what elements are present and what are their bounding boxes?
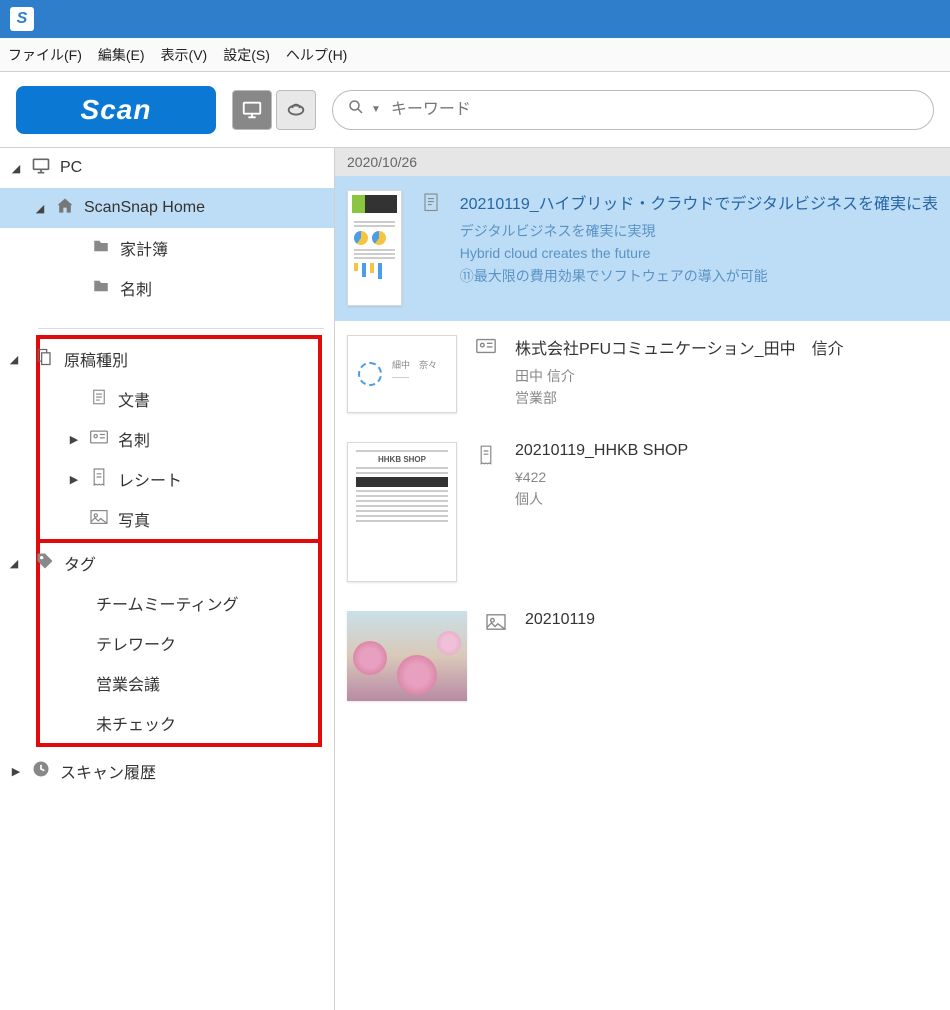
folder-icon bbox=[90, 277, 112, 300]
collapse-icon[interactable]: ◢ bbox=[34, 202, 46, 215]
file-list: 2020/10/26 20210119_ハイブリッド・クラウドでデジタルビジネス… bbox=[335, 148, 950, 1010]
view-cloud-button[interactable] bbox=[276, 90, 316, 130]
tree-type-photo[interactable]: 写真 bbox=[40, 499, 318, 539]
cloud-sync-icon bbox=[285, 99, 307, 121]
search-icon bbox=[347, 98, 365, 121]
tree-folder-meishi[interactable]: 名刺 bbox=[0, 268, 334, 308]
item-title: 株式会社PFUコミュニケーション_田中 信介 bbox=[515, 335, 938, 359]
menu-edit[interactable]: 編集(E) bbox=[98, 45, 145, 65]
tree-tag-sales[interactable]: 営業会議 bbox=[40, 663, 318, 703]
tree-tag-telework[interactable]: テレワーク bbox=[40, 623, 318, 663]
tree-tag[interactable]: ◢ タグ bbox=[10, 543, 318, 583]
tree-folder-kakeibo[interactable]: 家計簿 bbox=[0, 228, 334, 268]
menu-settings[interactable]: 設定(S) bbox=[223, 45, 270, 65]
scan-button[interactable]: Scan bbox=[16, 86, 216, 134]
tree-type-document[interactable]: 文書 bbox=[40, 379, 318, 419]
tree-doc-type[interactable]: ◢ 原稿種別 bbox=[10, 339, 318, 379]
thumbnail: 細中 奈々──── bbox=[347, 335, 457, 413]
item-subtitle: デジタルビジネスを確実に実現 Hybrid cloud creates the … bbox=[460, 220, 938, 287]
item-subtitle: ¥422 個人 bbox=[515, 466, 938, 511]
tree-label: 名刺 bbox=[118, 427, 150, 451]
expand-icon[interactable]: ▶ bbox=[68, 473, 80, 486]
tree-label: 原稿種別 bbox=[64, 347, 128, 371]
tree-label: スキャン履歴 bbox=[60, 759, 156, 783]
receipt-icon bbox=[88, 467, 110, 492]
tree-scansnap-home[interactable]: ◢ ScanSnap Home bbox=[0, 188, 334, 228]
collapse-icon[interactable]: ◢ bbox=[8, 557, 20, 570]
tree-tag-unchecked[interactable]: 未チェック bbox=[40, 703, 318, 743]
item-title: 20210119_ハイブリッド・クラウドでデジタルビジネスを確実に表 bbox=[460, 190, 938, 214]
tree-label: ScanSnap Home bbox=[84, 199, 205, 217]
tree-label: レシート bbox=[118, 467, 182, 491]
receipt-icon bbox=[475, 444, 497, 466]
item-title: 20210119 bbox=[525, 611, 938, 629]
thumbnail bbox=[347, 611, 467, 701]
collapse-icon[interactable]: ◢ bbox=[8, 353, 20, 366]
tree-label: 名刺 bbox=[120, 276, 152, 300]
list-item[interactable]: 20210119 bbox=[335, 597, 950, 716]
clock-icon bbox=[30, 759, 52, 784]
document-icon bbox=[88, 387, 110, 412]
tree-scan-history[interactable]: ▶ スキャン履歴 bbox=[0, 751, 334, 791]
document-icon bbox=[420, 192, 442, 214]
list-item[interactable]: HHKB SHOP 20210119_HHKB SHOP ¥422 個人 bbox=[335, 428, 950, 597]
tree-label: PC bbox=[60, 159, 82, 177]
search-dropdown-icon[interactable]: ▼ bbox=[371, 104, 381, 115]
tree-label: チームミーティング bbox=[96, 591, 239, 615]
search-input[interactable] bbox=[391, 101, 919, 119]
menu-help[interactable]: ヘルプ(H) bbox=[286, 45, 347, 65]
photo-icon bbox=[485, 613, 507, 635]
highlighted-section: ◢ 原稿種別 文書 ▶ 名刺 ▶ bbox=[36, 335, 322, 747]
tree-type-card[interactable]: ▶ 名刺 bbox=[40, 419, 318, 459]
home-icon bbox=[54, 196, 76, 221]
collapse-icon[interactable]: ◢ bbox=[10, 162, 22, 175]
card-icon bbox=[475, 337, 497, 359]
expand-icon[interactable]: ▶ bbox=[10, 765, 22, 778]
card-icon bbox=[88, 429, 110, 450]
app-logo-icon: S bbox=[10, 7, 34, 31]
item-subtitle: 田中 信介 営業部 bbox=[515, 365, 938, 410]
toolbar: Scan ▼ bbox=[0, 72, 950, 148]
item-title: 20210119_HHKB SHOP bbox=[515, 442, 938, 460]
view-toggle bbox=[232, 90, 316, 130]
view-computer-button[interactable] bbox=[232, 90, 272, 130]
tree-label: 営業会議 bbox=[96, 671, 160, 695]
thumbnail: HHKB SHOP bbox=[347, 442, 457, 582]
monitor-icon bbox=[241, 99, 263, 121]
tree-label: テレワーク bbox=[96, 631, 176, 655]
search-box[interactable]: ▼ bbox=[332, 90, 934, 130]
tree-label: タグ bbox=[64, 551, 96, 575]
expand-icon[interactable]: ▶ bbox=[68, 433, 80, 446]
tree-tag-meeting[interactable]: チームミーティング bbox=[40, 583, 318, 623]
sidebar: ◢ PC ◢ ScanSnap Home 家計簿 名刺 bbox=[0, 148, 335, 1010]
tree-label: 未チェック bbox=[96, 711, 176, 735]
menu-file[interactable]: ファイル(F) bbox=[8, 45, 82, 65]
titlebar: S bbox=[0, 0, 950, 38]
date-group-header: 2020/10/26 bbox=[335, 148, 950, 176]
list-item[interactable]: 細中 奈々──── 株式会社PFUコミュニケーション_田中 信介 田中 信介 営… bbox=[335, 321, 950, 428]
tag-icon bbox=[34, 551, 56, 576]
menu-view[interactable]: 表示(V) bbox=[161, 45, 208, 65]
tree-type-receipt[interactable]: ▶ レシート bbox=[40, 459, 318, 499]
photo-icon bbox=[88, 509, 110, 530]
thumbnail bbox=[347, 190, 402, 306]
doc-type-icon bbox=[34, 347, 56, 372]
list-item[interactable]: 20210119_ハイブリッド・クラウドでデジタルビジネスを確実に表 デジタルビ… bbox=[335, 176, 950, 321]
monitor-icon bbox=[30, 156, 52, 181]
tree-pc[interactable]: ◢ PC bbox=[0, 148, 334, 188]
tree-label: 写真 bbox=[118, 507, 150, 531]
tree-label: 文書 bbox=[118, 387, 150, 411]
folder-icon bbox=[90, 237, 112, 260]
tree-label: 家計簿 bbox=[120, 236, 168, 260]
menubar: ファイル(F) 編集(E) 表示(V) 設定(S) ヘルプ(H) bbox=[0, 38, 950, 72]
